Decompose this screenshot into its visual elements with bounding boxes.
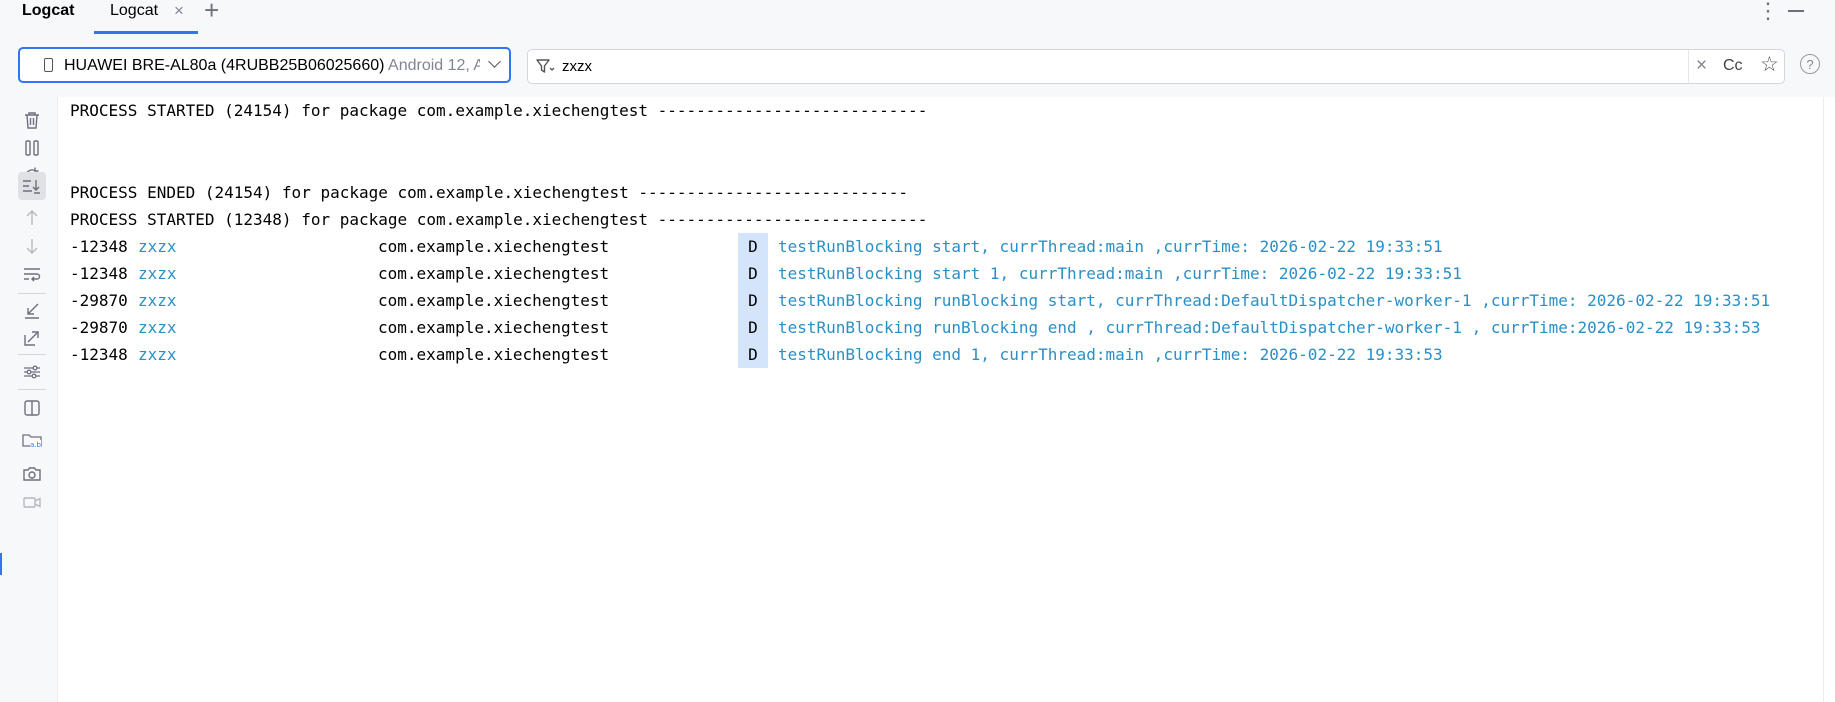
process-line: PROCESS STARTED (12348) for package com.… bbox=[70, 210, 928, 229]
device-selector[interactable]: HUAWEI BRE-AL80a (4RUBB25B06025660) Andr… bbox=[18, 47, 511, 83]
filter-icon[interactable] bbox=[536, 58, 556, 76]
arrow-up-icon[interactable] bbox=[20, 206, 44, 230]
logcat-filter[interactable]: × Cc ☆ bbox=[527, 49, 1785, 84]
logcat-output[interactable]: PROCESS STARTED (24154) for package com.… bbox=[57, 97, 1835, 702]
camera-icon[interactable] bbox=[20, 462, 44, 486]
log-package: com.example.xiechengtest bbox=[378, 264, 610, 283]
add-tab-icon[interactable]: + bbox=[204, 0, 219, 26]
log-tag: zxzx bbox=[138, 345, 177, 364]
more-options-icon[interactable]: ⋮ bbox=[1757, 0, 1779, 24]
chevron-down-icon[interactable] bbox=[488, 55, 501, 68]
tool-window-header: Logcat Logcat × + ⋮ bbox=[0, 0, 1835, 34]
toolbar-divider bbox=[18, 389, 46, 390]
close-tab-icon[interactable]: × bbox=[174, 1, 184, 21]
device-model: HUAWEI BRE-AL80a (4RUBB25B06025660) bbox=[64, 57, 385, 74]
help-icon[interactable]: ? bbox=[1800, 54, 1820, 74]
tab-logcat[interactable]: Logcat × bbox=[94, 0, 198, 34]
pause-icon[interactable] bbox=[20, 136, 44, 160]
log-message: testRunBlocking runBlocking end , currTh… bbox=[778, 318, 1761, 337]
log-row[interactable]: -12348 zxzx com.example.xiechengtest D t… bbox=[70, 233, 1830, 260]
log-row[interactable]: -12348 zxzx com.example.xiechengtest D t… bbox=[70, 260, 1830, 287]
log-level: D bbox=[738, 233, 768, 260]
log-package: com.example.xiechengtest bbox=[378, 237, 610, 256]
expand-icon[interactable] bbox=[20, 326, 44, 350]
log-package: com.example.xiechengtest bbox=[378, 345, 610, 364]
split-panel-icon[interactable] bbox=[20, 396, 44, 420]
log-tag: zxzx bbox=[138, 264, 177, 283]
focus-indicator bbox=[0, 553, 2, 575]
favorite-filter-icon[interactable]: ☆ bbox=[1760, 52, 1779, 77]
trash-icon[interactable] bbox=[20, 108, 44, 132]
minimize-icon[interactable] bbox=[1788, 10, 1804, 12]
log-row[interactable]: -12348 zxzx com.example.xiechengtest D t… bbox=[70, 341, 1830, 368]
log-level: D bbox=[738, 314, 768, 341]
clear-filter-icon[interactable]: × bbox=[1696, 55, 1707, 77]
log-message: testRunBlocking start 1, currThread:main… bbox=[778, 264, 1462, 283]
soft-wrap-icon[interactable] bbox=[20, 262, 44, 286]
log-pid: -29870 bbox=[70, 291, 128, 310]
log-level: D bbox=[738, 287, 768, 314]
toolbar-divider bbox=[18, 293, 46, 294]
right-margin-guide bbox=[1823, 97, 1824, 702]
device-name: HUAWEI BRE-AL80a (4RUBB25B06025660) Andr… bbox=[64, 57, 480, 75]
process-line: PROCESS ENDED (24154) for package com.ex… bbox=[70, 183, 909, 202]
log-pid: -12348 bbox=[70, 345, 128, 364]
log-message: testRunBlocking end 1, currThread:main ,… bbox=[778, 345, 1443, 364]
log-level: D bbox=[738, 260, 768, 287]
arrow-down-icon[interactable] bbox=[20, 234, 44, 258]
log-tag: zxzx bbox=[138, 237, 177, 256]
process-line: PROCESS STARTED (24154) for package com.… bbox=[70, 101, 928, 120]
settings-sliders-icon[interactable] bbox=[20, 360, 44, 384]
collapse-icon[interactable] bbox=[20, 298, 44, 322]
log-message: testRunBlocking runBlocking start, currT… bbox=[778, 291, 1771, 310]
log-package: com.example.xiechengtest bbox=[378, 291, 610, 310]
video-icon[interactable] bbox=[20, 490, 44, 514]
device-os: Android 12, AP bbox=[388, 57, 480, 74]
active-tab-indicator bbox=[94, 31, 198, 34]
scroll-to-end-icon[interactable] bbox=[18, 172, 46, 200]
log-pid: -12348 bbox=[70, 264, 128, 283]
log-row[interactable]: -29870 zxzx com.example.xiechengtest D t… bbox=[70, 287, 1830, 314]
filter-input[interactable] bbox=[562, 54, 1692, 78]
log-pid: -12348 bbox=[70, 237, 128, 256]
logcat-toolbar: a.b bbox=[8, 98, 56, 702]
toolbar-divider bbox=[18, 354, 46, 355]
log-package: com.example.xiechengtest bbox=[378, 318, 610, 337]
folder-format-icon[interactable]: a.b bbox=[20, 428, 44, 452]
tab-label: Logcat bbox=[110, 2, 159, 19]
log-row[interactable]: -29870 zxzx com.example.xiechengtest D t… bbox=[70, 314, 1830, 341]
phone-icon bbox=[44, 58, 53, 72]
match-case-toggle[interactable]: Cc bbox=[1723, 57, 1743, 75]
svg-text:a.b: a.b bbox=[30, 441, 42, 449]
log-message: testRunBlocking start, currThread:main ,… bbox=[778, 237, 1443, 256]
log-level: D bbox=[738, 341, 768, 368]
log-tag: zxzx bbox=[138, 291, 177, 310]
filter-divider bbox=[1688, 50, 1689, 83]
tool-window-title: Logcat bbox=[22, 2, 75, 19]
log-tag: zxzx bbox=[138, 318, 177, 337]
log-pid: -29870 bbox=[70, 318, 128, 337]
